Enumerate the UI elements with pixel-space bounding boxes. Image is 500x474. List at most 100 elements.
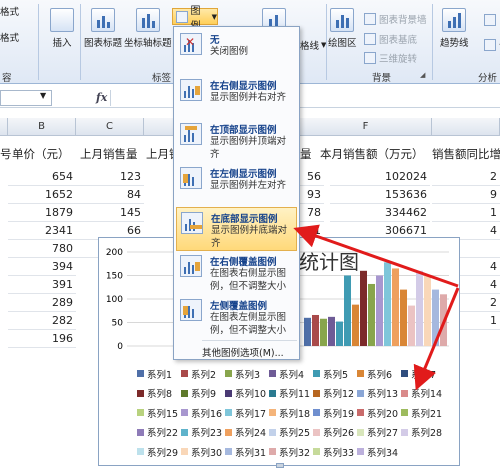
cell-unit-price[interactable]: 391: [8, 276, 76, 294]
chart-title-button[interactable]: 图表标题: [84, 8, 122, 49]
legend-entry[interactable]: 系列5: [313, 367, 357, 381]
chart-bar[interactable]: [320, 318, 327, 346]
legend-entry[interactable]: 系列1: [137, 367, 181, 381]
cell-growth[interactable]: 9: [432, 186, 500, 204]
legend-entry[interactable]: 系列16: [181, 406, 225, 420]
legend-entry[interactable]: 系列13: [357, 386, 401, 400]
legend-entry[interactable]: 系列23: [181, 425, 225, 439]
cell-unit-price[interactable]: 2341: [8, 222, 76, 240]
cell-last-month-sales[interactable]: 145: [76, 204, 144, 222]
format-item-1[interactable]: 格式: [0, 4, 19, 18]
legend-entry[interactable]: 系列14: [401, 386, 445, 400]
legend-entry[interactable]: 系列25: [269, 425, 313, 439]
chart-bar[interactable]: [400, 289, 407, 346]
column-header-f[interactable]: F: [300, 118, 432, 136]
legend-entry[interactable]: 系列12: [313, 386, 357, 400]
chart-bar[interactable]: [432, 289, 439, 346]
cell-revenue[interactable]: 153636: [330, 186, 430, 204]
chart-bar[interactable]: [440, 294, 447, 346]
header-cell[interactable]: 号: [0, 146, 12, 166]
legend-entry[interactable]: 系列20: [357, 406, 401, 420]
cell-partial[interactable]: 93: [300, 186, 324, 204]
legend-entry[interactable]: 系列24: [225, 425, 269, 439]
cell-partial[interactable]: 56: [300, 168, 324, 186]
legend-button[interactable]: 图例 ▼: [172, 6, 218, 32]
chart-bar[interactable]: [392, 268, 399, 346]
legend-entry[interactable]: 系列29: [137, 445, 181, 459]
chart-bar[interactable]: [360, 270, 367, 346]
legend-entry[interactable]: 系列4: [269, 367, 313, 381]
cell-unit-price[interactable]: 282: [8, 312, 76, 330]
legend-option-0[interactable]: ✕ 无关闭图例: [176, 29, 297, 65]
cell-unit-price[interactable]: 394: [8, 258, 76, 276]
chart-bar[interactable]: [304, 317, 311, 346]
side-button-1[interactable]: [484, 14, 499, 26]
cell-unit-price[interactable]: 196: [8, 330, 76, 348]
legend-entry[interactable]: 系列21: [401, 406, 445, 420]
legend-entry[interactable]: 系列22: [137, 425, 181, 439]
column-header-b[interactable]: B: [8, 118, 76, 136]
legend-option-5[interactable]: 在右侧覆盖图例 在图表右侧显示图 例，但不调整大小: [176, 251, 297, 295]
trendline-button[interactable]: 趋势线: [440, 8, 469, 49]
column-header-c[interactable]: C: [76, 118, 144, 136]
chart-bar[interactable]: [384, 262, 391, 346]
chart-bar[interactable]: [416, 270, 423, 346]
legend-option-6[interactable]: 左侧覆盖图例 在图表左侧显示图 例，但不调整大小: [176, 295, 297, 339]
chart-floor-button[interactable]: 图表基底: [364, 32, 417, 46]
header-cell-unit-price[interactable]: 单价（元）: [12, 146, 70, 166]
legend-entry[interactable]: 系列6: [357, 367, 401, 381]
plot-area-button[interactable]: 绘图区: [328, 8, 357, 49]
header-cell-partial-2[interactable]: 量: [300, 146, 312, 166]
cell-revenue[interactable]: 102024: [330, 168, 430, 186]
legend-entry[interactable]: 系列26: [313, 425, 357, 439]
chevron-down-icon[interactable]: ▼: [40, 91, 46, 100]
cell-unit-price[interactable]: 654: [8, 168, 76, 186]
legend-entry[interactable]: 系列2: [181, 367, 225, 381]
rotation-button[interactable]: 三维旋转: [364, 51, 417, 65]
chart-bar[interactable]: [408, 305, 415, 346]
axis-title-button[interactable]: 坐标轴标题: [124, 8, 172, 49]
legend-entry[interactable]: 系列17: [225, 406, 269, 420]
chart-bar[interactable]: [336, 321, 343, 346]
cell-revenue[interactable]: 334462: [330, 204, 430, 222]
chart-bar[interactable]: [328, 316, 335, 346]
legend-entry[interactable]: 系列28: [401, 425, 445, 439]
legend-entry[interactable]: 系列18: [269, 406, 313, 420]
chart-bar[interactable]: [344, 275, 351, 347]
header-cell-growth[interactable]: 销售额同比增: [432, 146, 500, 166]
group-launcher-icon[interactable]: ◢: [420, 71, 425, 79]
header-cell-revenue[interactable]: 本月销售额（万元）: [320, 146, 424, 166]
legend-entry[interactable]: 系列15: [137, 406, 181, 420]
chart-legend[interactable]: 系列1 系列2 系列3 系列4 系列5 系列6 系列7 系列8 系列9 系列10 系列11 系列12 系…: [137, 364, 455, 462]
legend-option-4[interactable]: 在底部显示图例 显示图例并底端对齐: [176, 207, 297, 251]
cell-unit-price[interactable]: 289: [8, 294, 76, 312]
cell-last-month-sales[interactable]: 123: [76, 168, 144, 186]
chart-bar[interactable]: [368, 283, 375, 346]
chart-bar[interactable]: [352, 304, 359, 346]
cell-unit-price[interactable]: 780: [8, 240, 76, 258]
legend-entry[interactable]: 系列19: [313, 406, 357, 420]
legend-entry[interactable]: 系列33: [313, 445, 357, 459]
legend-entry[interactable]: 系列27: [357, 425, 401, 439]
function-icon[interactable]: fx: [96, 91, 107, 104]
legend-entry[interactable]: 系列10: [225, 386, 269, 400]
more-legend-options[interactable]: 其他图例选项(M)...: [202, 345, 284, 359]
gridlines-label[interactable]: 格线 ▼: [300, 38, 326, 52]
legend-entry[interactable]: 系列32: [269, 445, 313, 459]
chart-wall-button[interactable]: 图表背景墙: [364, 12, 427, 26]
legend-option-2[interactable]: 在顶部显示图例 显示图例并顶端对齐: [176, 119, 297, 163]
insert-button[interactable]: 插入: [50, 8, 74, 49]
legend-entry[interactable]: 系列11: [269, 386, 313, 400]
cell-growth[interactable]: 2: [432, 168, 500, 186]
legend-entry[interactable]: 系列7: [401, 367, 445, 381]
legend-entry[interactable]: 系列34: [357, 445, 401, 459]
chart-bar[interactable]: [312, 314, 319, 346]
cell-growth[interactable]: 1: [432, 204, 500, 222]
cell-partial[interactable]: 78: [300, 204, 324, 222]
format-item-2[interactable]: 格式: [0, 30, 19, 44]
header-cell-last-month-sales[interactable]: 上月销售量: [80, 146, 138, 166]
legend-entry[interactable]: 系列9: [181, 386, 225, 400]
column-header-g[interactable]: [432, 118, 500, 136]
column-header-a[interactable]: [0, 118, 8, 136]
legend-option-3[interactable]: 在左侧显示图例 显示图例并左对齐: [176, 163, 297, 207]
